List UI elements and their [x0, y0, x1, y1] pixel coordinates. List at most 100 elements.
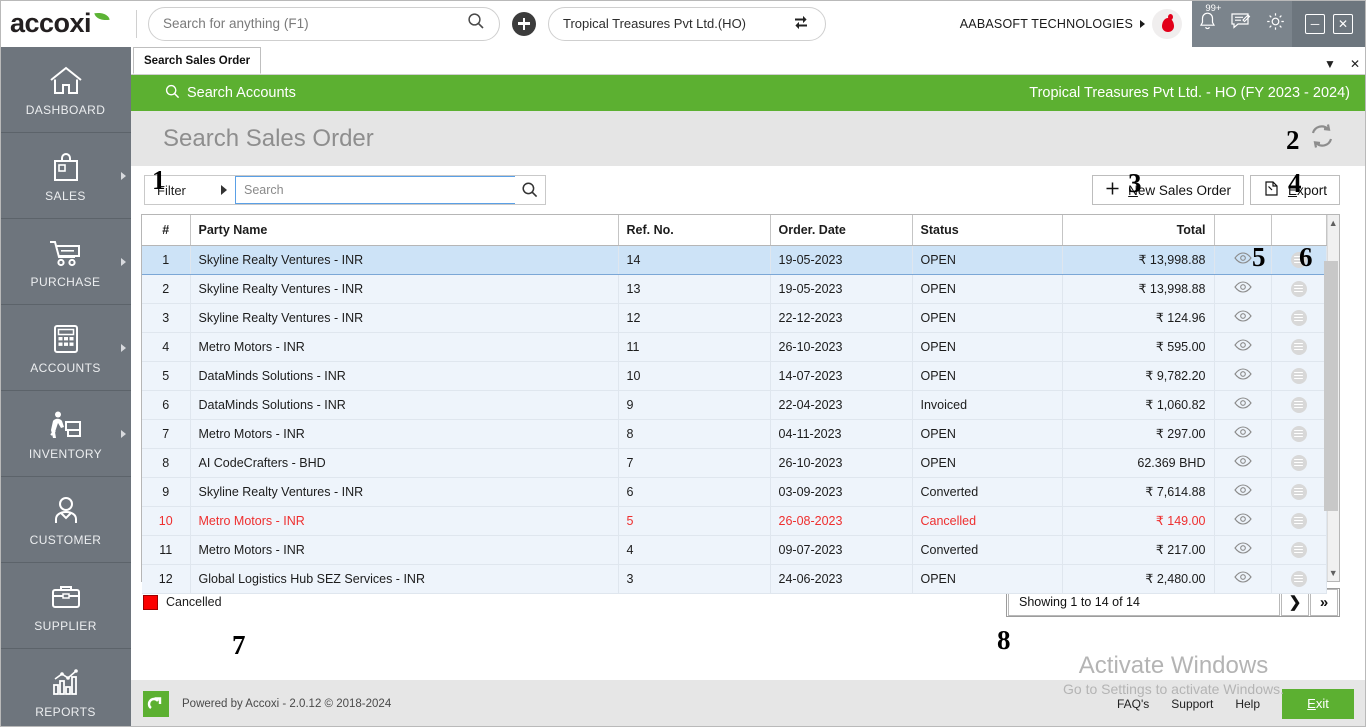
table-vertical-scrollbar[interactable]: ▲ ▼	[1324, 215, 1340, 581]
view-cell[interactable]	[1214, 361, 1272, 391]
view-cell[interactable]	[1214, 332, 1272, 362]
bell-icon[interactable]: 99+	[1198, 3, 1221, 37]
hamburger-menu-icon[interactable]	[1290, 251, 1307, 268]
close-icon[interactable]: ✕	[1350, 57, 1360, 71]
view-cell[interactable]	[1214, 448, 1272, 478]
eye-icon[interactable]	[1233, 513, 1252, 528]
eye-icon[interactable]	[1233, 571, 1252, 586]
actions-cell[interactable]	[1271, 390, 1327, 420]
new-sales-order-button[interactable]: New Sales Order	[1092, 175, 1244, 205]
exit-button[interactable]: Exit	[1282, 688, 1354, 719]
eye-icon[interactable]	[1233, 252, 1252, 267]
settings-icon[interactable]	[1265, 11, 1286, 37]
col-status[interactable]: Status	[912, 215, 1063, 246]
search-icon[interactable]	[467, 12, 485, 35]
actions-cell[interactable]	[1271, 274, 1327, 304]
filter-dropdown[interactable]: Filter	[145, 176, 235, 204]
table-row[interactable]: 3 Skyline Realty Ventures - INR 12 22-12-20…	[142, 303, 1327, 333]
add-new-button[interactable]	[512, 11, 536, 36]
col-total[interactable]: Total	[1062, 215, 1215, 246]
sidebar-item-purchase[interactable]: PURCHASE	[0, 219, 131, 305]
eye-icon[interactable]	[1233, 368, 1252, 383]
eye-icon[interactable]	[1233, 339, 1252, 354]
tab-search-sales-order[interactable]: Search Sales Order	[133, 47, 262, 74]
col-order-date[interactable]: Order. Date	[770, 215, 913, 246]
sidebar-item-inventory[interactable]: INVENTORY	[0, 391, 131, 477]
view-cell[interactable]	[1214, 390, 1272, 420]
switch-company-icon[interactable]	[791, 12, 811, 35]
table-row[interactable]: 12 Global Logistics Hub SEZ Services - IN…	[142, 564, 1327, 594]
view-cell[interactable]	[1214, 477, 1272, 507]
col-party-name[interactable]: Party Name	[190, 215, 619, 246]
notes-icon[interactable]	[1230, 11, 1252, 36]
hamburger-menu-icon[interactable]	[1290, 396, 1307, 413]
company-selector[interactable]: Tropical Treasures Pvt Ltd.(HO)	[548, 6, 826, 41]
eye-icon[interactable]	[1233, 310, 1252, 325]
eye-icon[interactable]	[1233, 426, 1252, 441]
col-ref-no[interactable]: Ref. No.	[618, 215, 771, 246]
col-index[interactable]: #	[142, 215, 191, 246]
hamburger-menu-icon[interactable]	[1290, 280, 1307, 297]
actions-cell[interactable]	[1271, 477, 1327, 507]
search-submit-button[interactable]	[515, 176, 545, 204]
chevron-down-icon[interactable]: ▼	[1324, 57, 1336, 71]
eye-icon[interactable]	[1233, 455, 1252, 470]
view-cell[interactable]	[1214, 274, 1272, 304]
sidebar-item-customer[interactable]: CUSTOMER	[0, 477, 131, 563]
hamburger-menu-icon[interactable]	[1290, 512, 1307, 529]
actions-cell[interactable]	[1271, 332, 1327, 362]
table-row[interactable]: 7 Metro Motors - INR 8 04-11-2023 OPEN ₹ 297.…	[142, 419, 1327, 449]
sidebar-item-supplier[interactable]: SUPPLIER	[0, 563, 131, 649]
view-cell[interactable]	[1214, 419, 1272, 449]
avatar[interactable]	[1152, 8, 1182, 39]
chevron-right-icon[interactable]	[1140, 19, 1145, 28]
eye-icon[interactable]	[1233, 281, 1252, 296]
search-input[interactable]	[235, 176, 515, 204]
hamburger-menu-icon[interactable]	[1290, 309, 1307, 326]
hamburger-menu-icon[interactable]	[1290, 454, 1307, 471]
table-row[interactable]: 11 Metro Motors - INR 4 09-07-2023 Converted…	[142, 535, 1327, 565]
table-row[interactable]: 9 Skyline Realty Ventures - INR 6 03-09-202…	[142, 477, 1327, 507]
actions-cell[interactable]	[1271, 448, 1327, 478]
eye-icon[interactable]	[1233, 397, 1252, 412]
hamburger-menu-icon[interactable]	[1290, 425, 1307, 442]
table-row[interactable]: 10 Metro Motors - INR 5 26-08-2023 Cancelled…	[142, 506, 1327, 536]
table-row[interactable]: 1 Skyline Realty Ventures - INR 14 19-05-20…	[142, 245, 1327, 275]
actions-cell[interactable]	[1271, 245, 1327, 275]
global-search-box[interactable]	[148, 6, 500, 41]
help-link[interactable]: Help	[1235, 697, 1260, 711]
actions-cell[interactable]	[1271, 303, 1327, 333]
table-row[interactable]: 5 DataMinds Solutions - INR 10 14-07-2023 OP…	[142, 361, 1327, 391]
scroll-down-arrow[interactable]: ▼	[1328, 565, 1340, 581]
actions-cell[interactable]	[1271, 361, 1327, 391]
table-row[interactable]: 6 DataMinds Solutions - INR 9 22-04-2023 Inv…	[142, 390, 1327, 420]
sidebar-item-sales[interactable]: SALES	[0, 133, 131, 219]
hamburger-menu-icon[interactable]	[1290, 367, 1307, 384]
hamburger-menu-icon[interactable]	[1290, 483, 1307, 500]
actions-cell[interactable]	[1271, 506, 1327, 536]
view-cell[interactable]	[1214, 245, 1272, 275]
chevron-right-icon[interactable]	[121, 429, 126, 438]
hamburger-menu-icon[interactable]	[1290, 541, 1307, 558]
view-cell[interactable]	[1214, 564, 1272, 594]
actions-cell[interactable]	[1271, 535, 1327, 565]
eye-icon[interactable]	[1233, 484, 1252, 499]
sidebar-item-accounts[interactable]: ACCOUNTS	[0, 305, 131, 391]
faq-link[interactable]: FAQ's	[1117, 697, 1149, 711]
scroll-up-arrow[interactable]: ▲	[1328, 215, 1340, 231]
scrollbar-thumb[interactable]	[1324, 261, 1338, 511]
global-search-input[interactable]	[163, 16, 467, 31]
chevron-right-icon[interactable]	[121, 171, 126, 180]
hamburger-menu-icon[interactable]	[1290, 570, 1307, 587]
support-link[interactable]: Support	[1171, 697, 1213, 711]
sidebar-item-dashboard[interactable]: DASHBOARD	[0, 47, 131, 133]
sidebar-item-reports[interactable]: REPORTS	[0, 649, 131, 727]
view-cell[interactable]	[1214, 535, 1272, 565]
close-button[interactable]: ✕	[1333, 13, 1353, 34]
view-cell[interactable]	[1214, 303, 1272, 333]
chevron-right-icon[interactable]	[121, 343, 126, 352]
eye-icon[interactable]	[1233, 542, 1252, 557]
actions-cell[interactable]	[1271, 564, 1327, 594]
refresh-icon[interactable]	[1306, 120, 1338, 157]
actions-cell[interactable]	[1271, 419, 1327, 449]
